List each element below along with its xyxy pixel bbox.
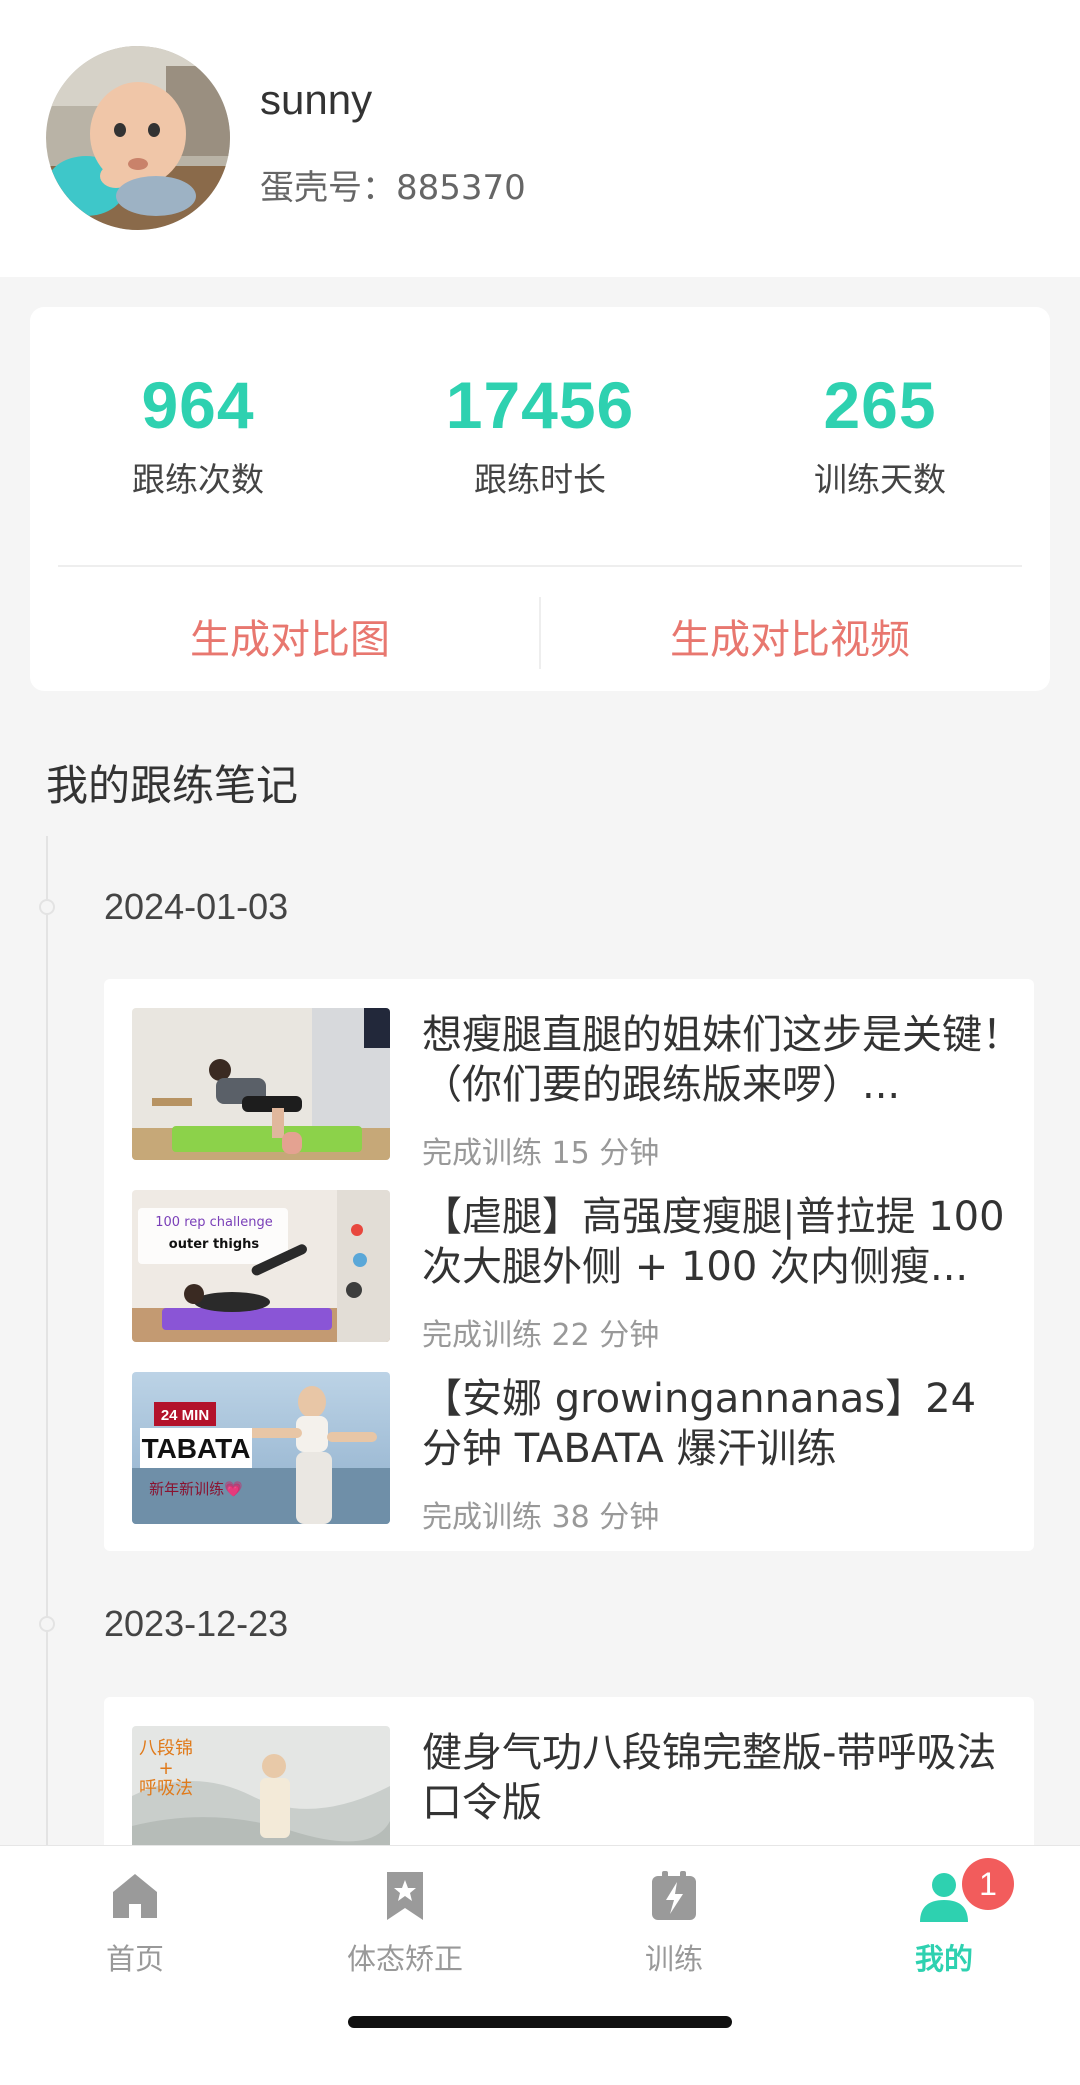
thumb-text: + xyxy=(158,1758,173,1779)
divider xyxy=(539,597,541,669)
note-title: 【虐腿】高强度瘦腿|普拉提 100 次大腿外侧 + 100 次内侧瘦... xyxy=(422,1194,1005,1290)
note-title: 【安娜 growingannanas】24 分钟 TABATA 爆汗训练 xyxy=(422,1376,977,1472)
note-meta: 完成训练 22 分钟 xyxy=(422,1318,660,1353)
stat-value: 964 xyxy=(141,368,255,442)
nav-label: 训练 xyxy=(644,1942,703,1976)
nav-label: 首页 xyxy=(105,1942,164,1976)
note-meta: 完成训练 15 分钟 xyxy=(422,1136,660,1171)
section-title: 我的跟练笔记 xyxy=(46,761,299,810)
stat-sessions: 964 跟练次数 xyxy=(48,367,348,501)
nav-item-posture[interactable]: 体态矫正 xyxy=(305,1868,505,1978)
timeline-line xyxy=(46,836,48,1846)
stat-label: 跟练时长 xyxy=(474,460,606,499)
note-title: 健身气功八段锦完整版-带呼吸法口令版 xyxy=(422,1730,997,1826)
thumb-text: 24 MIN xyxy=(161,1407,209,1424)
timeline-dot xyxy=(39,899,55,915)
note-meta: 完成训练 38 分钟 xyxy=(422,1500,660,1535)
thumb-text: 100 rep challenge xyxy=(155,1215,272,1230)
stat-days: 265 训练天数 xyxy=(730,367,1030,501)
stat-duration: 17456 跟练时长 xyxy=(390,367,690,501)
date-label: 2024-01-03 xyxy=(104,886,289,927)
thumb-text: outer thighs xyxy=(169,1237,260,1252)
bottom-nav: 首页 体态矫正 训练 我的 1 xyxy=(0,1845,1080,2085)
thumb-text: 新年新训练💗 xyxy=(149,1480,243,1498)
divider xyxy=(58,565,1022,567)
stat-label: 训练天数 xyxy=(814,460,946,499)
nav-item-me[interactable]: 我的 1 xyxy=(844,1858,1044,1978)
note-title: 想瘦腿直腿的姐妹们这步是关键！（你们要的跟练版来啰）... xyxy=(422,1012,1022,1108)
thumb-text: 呼吸法 xyxy=(139,1778,193,1799)
avatar[interactable] xyxy=(46,46,230,230)
home-indicator xyxy=(348,2016,732,2028)
nav-item-training[interactable]: 训练 xyxy=(574,1868,774,1978)
stat-value: 265 xyxy=(823,368,937,442)
generate-compare-video-button[interactable]: 生成对比视频 xyxy=(570,605,1010,675)
thumb-text: 八段锦 xyxy=(139,1738,193,1759)
nav-label: 体态矫正 xyxy=(346,1942,463,1976)
timeline-dot xyxy=(39,1616,55,1632)
video-thumbnail[interactable]: 24 MIN TABATA 新年新训练💗 xyxy=(132,1372,390,1524)
profile-header: sunny 蛋壳号：885370 xyxy=(0,0,1080,277)
user-id: 蛋壳号：885370 xyxy=(260,168,526,208)
home-icon xyxy=(113,1874,157,1918)
notification-badge: 1 xyxy=(962,1858,1014,1910)
note-entry[interactable]: 100 rep challenge outer thighs 【虐腿】高强度瘦腿… xyxy=(132,1190,1012,1353)
thumb-text: TABATA xyxy=(142,1433,251,1464)
nav-label: 我的 xyxy=(914,1942,973,1976)
notes-group-card: 想瘦腿直腿的姐妹们这步是关键！（你们要的跟练版来啰）... 完成训练 15 分钟… xyxy=(104,979,1034,1551)
bookmark-star-icon xyxy=(387,1872,423,1920)
generate-compare-image-button[interactable]: 生成对比图 xyxy=(70,605,510,675)
stat-label: 跟练次数 xyxy=(132,460,264,499)
username: sunny xyxy=(260,76,373,123)
lightning-icon xyxy=(652,1871,696,1920)
date-label: 2023-12-23 xyxy=(104,1603,289,1644)
video-thumbnail[interactable] xyxy=(132,1008,390,1160)
note-entry[interactable]: 想瘦腿直腿的姐妹们这步是关键！（你们要的跟练版来啰）... 完成训练 15 分钟 xyxy=(132,1008,1022,1171)
nav-item-home[interactable]: 首页 xyxy=(35,1868,235,1978)
stat-value: 17456 xyxy=(445,368,635,442)
video-thumbnail[interactable]: 100 rep challenge outer thighs xyxy=(132,1190,390,1342)
stats-card: 964 跟练次数 17456 跟练时长 265 训练天数 生成对比图 生成对比视… xyxy=(30,307,1050,691)
note-entry[interactable]: 24 MIN TABATA 新年新训练💗 【安娜 growingannanas】… xyxy=(132,1372,1012,1535)
